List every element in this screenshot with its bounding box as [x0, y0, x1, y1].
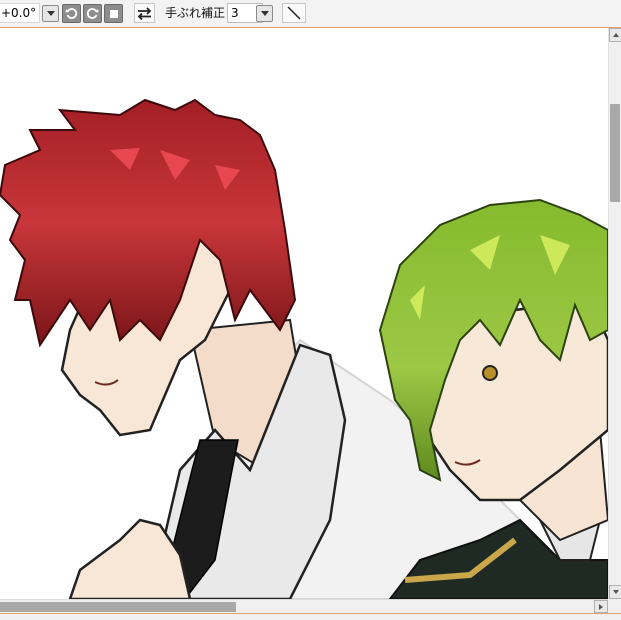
flip-horizontal-icon: [137, 6, 152, 20]
illustration: [0, 98, 608, 599]
scroll-up-arrow-icon[interactable]: [609, 28, 621, 42]
rotate-left-icon: [65, 8, 78, 19]
straight-line-button[interactable]: [282, 3, 306, 23]
bottom-border: [0, 613, 621, 620]
vertical-scroll-thumb[interactable]: [610, 104, 620, 202]
horizontal-scroll-thumb[interactable]: [0, 602, 236, 612]
reset-rotation-button[interactable]: [104, 4, 123, 23]
rotate-left-button[interactable]: [62, 4, 81, 23]
reset-square-icon: [109, 9, 118, 18]
rotate-right-button[interactable]: [83, 4, 102, 23]
horizontal-scrollbar[interactable]: [0, 599, 608, 613]
vertical-scrollbar[interactable]: [608, 28, 621, 599]
toolbar: +0.0° 手ぶれ補正 3: [0, 0, 621, 28]
rotate-right-icon: [86, 8, 99, 19]
flip-horizontal-button[interactable]: [134, 3, 155, 23]
scroll-right-arrow-icon[interactable]: [594, 600, 608, 613]
scroll-down-arrow-icon[interactable]: [609, 585, 621, 599]
scrollbar-corner: [608, 599, 621, 613]
rotation-dropdown-arrow-icon[interactable]: [42, 5, 59, 22]
stabilizer-label: 手ぶれ補正: [165, 6, 226, 20]
stabilizer-dropdown-arrow-icon[interactable]: [256, 5, 273, 22]
rotation-angle-field[interactable]: +0.0°: [0, 3, 40, 23]
green-char-eye: [482, 365, 498, 381]
straight-line-icon: [287, 6, 301, 20]
red-char-hair: [0, 98, 297, 348]
drawing-canvas[interactable]: [0, 28, 608, 599]
